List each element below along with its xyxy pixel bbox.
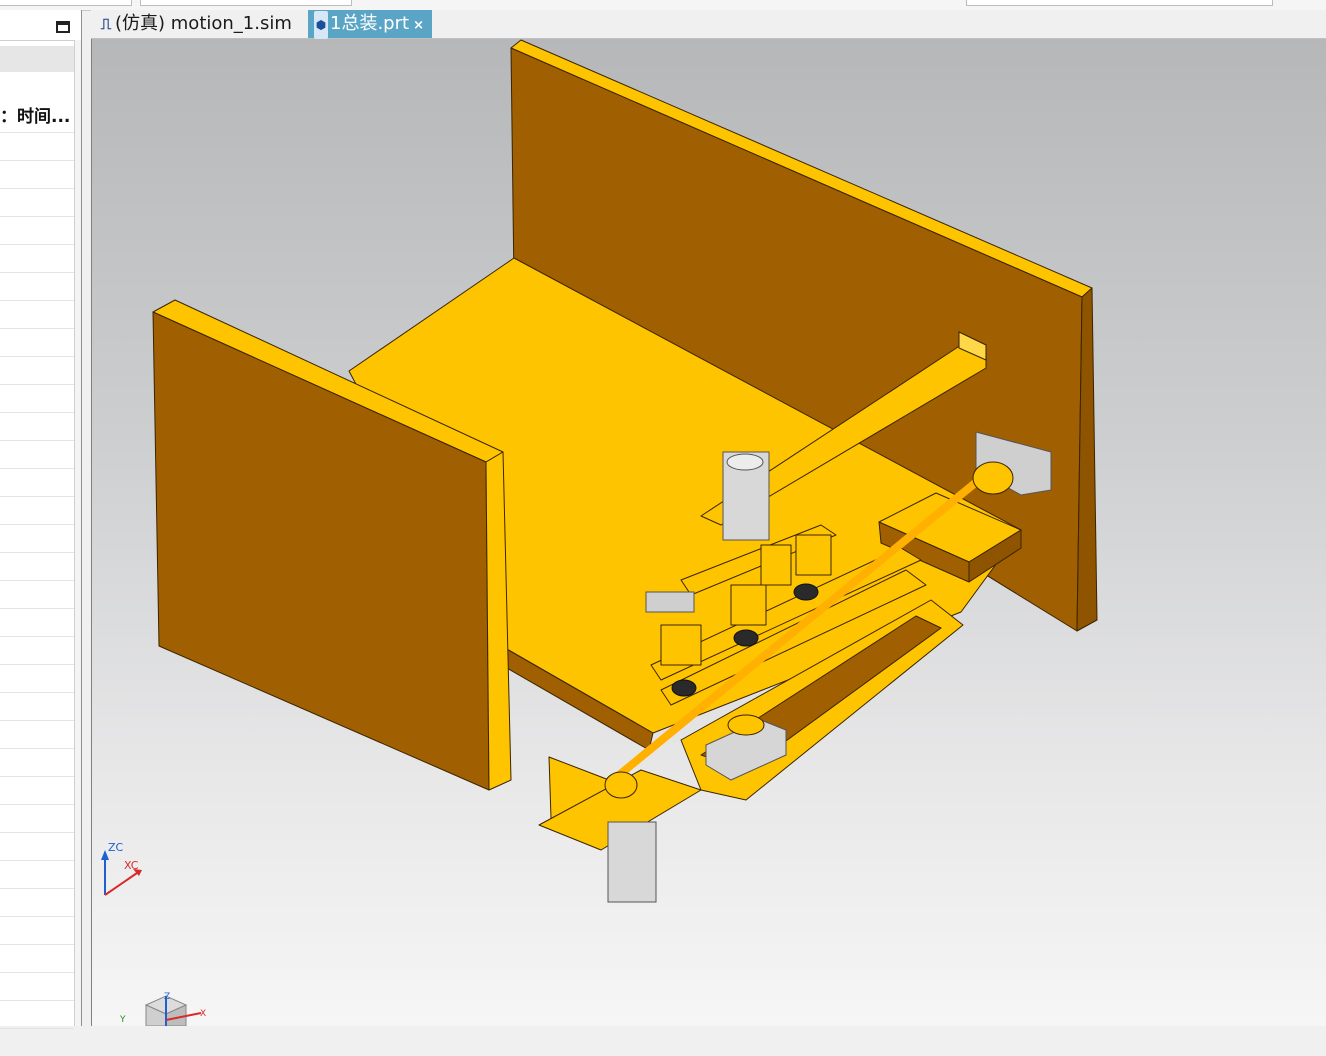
panel-row[interactable] <box>0 524 74 552</box>
mech-block-2 <box>730 584 767 626</box>
zc-axis-label: ZC <box>108 841 124 854</box>
panel-row[interactable] <box>0 188 74 216</box>
toolbar-field-right[interactable] <box>966 0 1273 6</box>
toolbar-field-left[interactable] <box>0 0 132 6</box>
motion-sim-icon: ⎍ <box>100 15 112 33</box>
suction-cup-2 <box>733 629 759 647</box>
panel-row[interactable] <box>0 1000 74 1028</box>
panel-row[interactable] <box>0 356 74 384</box>
suction-cup-3 <box>793 583 819 601</box>
panel-row[interactable] <box>0 832 74 860</box>
mech-block-4 <box>795 534 832 576</box>
assembly-model-svg <box>101 39 1098 1026</box>
panel-row[interactable] <box>0 692 74 720</box>
side-sensor <box>645 591 695 613</box>
panel-row[interactable] <box>0 720 74 748</box>
panel-row[interactable] <box>0 972 74 1000</box>
panel-row[interactable] <box>0 468 74 496</box>
panel-row[interactable] <box>0 496 74 524</box>
panel-row[interactable] <box>0 608 74 636</box>
time-column-header[interactable]: ：时间... <box>0 102 76 132</box>
right-coupling <box>972 461 1014 495</box>
view-cube <box>144 995 202 1026</box>
panel-scrollbar[interactable] <box>74 40 81 1026</box>
panel-row[interactable] <box>0 944 74 972</box>
panel-row[interactable] <box>0 160 74 188</box>
panel-row[interactable] <box>0 132 74 160</box>
panel-rows <box>0 132 74 1056</box>
panel-row[interactable] <box>0 636 74 664</box>
panel-row[interactable] <box>0 300 74 328</box>
panel-row[interactable] <box>0 1028 74 1056</box>
mech-block-3 <box>760 544 792 586</box>
cube-y-label: Y <box>120 1015 126 1025</box>
panel-row[interactable] <box>0 804 74 832</box>
panel-row[interactable] <box>0 888 74 916</box>
coordinate-triad <box>101 850 142 896</box>
cylinder-head <box>726 453 764 471</box>
part-file-icon: ⬢ <box>314 11 328 39</box>
cube-z-label: Z <box>164 992 171 1002</box>
suction-cup-1 <box>671 679 697 697</box>
tab-motion-sim[interactable]: ⎍ (仿真) motion_1.sim <box>93 10 305 38</box>
panel-row[interactable] <box>0 328 74 356</box>
bottom-cylinder <box>607 821 657 903</box>
panel-row[interactable] <box>0 748 74 776</box>
front-coupling <box>604 771 638 799</box>
panel-row[interactable] <box>0 440 74 468</box>
panel-header <box>0 10 81 41</box>
panel-row[interactable] <box>0 552 74 580</box>
rotary-disc <box>727 714 765 736</box>
panel-row[interactable] <box>0 384 74 412</box>
close-tab-icon[interactable]: × <box>413 18 424 33</box>
panel-row[interactable] <box>0 916 74 944</box>
toolbar-field-mid[interactable] <box>140 0 352 6</box>
navigator-panel: ：时间... <box>0 10 82 1029</box>
tab-label: 1总装.prt <box>330 13 410 34</box>
mech-block-1 <box>660 624 702 666</box>
maximize-icon[interactable] <box>56 21 70 33</box>
panel-row[interactable] <box>0 776 74 804</box>
panel-row[interactable] <box>0 664 74 692</box>
panel-row[interactable] <box>0 580 74 608</box>
panel-row[interactable] <box>0 244 74 272</box>
panel-row[interactable] <box>0 412 74 440</box>
panel-row[interactable] <box>0 272 74 300</box>
document-tab-bar: ⎍ (仿真) motion_1.sim ⬢ 1总装.prt × <box>91 10 1326 39</box>
panel-row[interactable] <box>0 216 74 244</box>
cube-x-label: X <box>200 1009 207 1019</box>
tab-label: (仿真) motion_1.sim <box>115 13 292 34</box>
tab-assembly-part[interactable]: ⬢ 1总装.prt × <box>308 10 432 39</box>
xc-axis-label: XC <box>124 859 139 872</box>
panel-toolbar <box>0 46 76 72</box>
graphics-viewport[interactable]: ZC XC Z Y X <box>91 39 1326 1026</box>
panel-row[interactable] <box>0 860 74 888</box>
